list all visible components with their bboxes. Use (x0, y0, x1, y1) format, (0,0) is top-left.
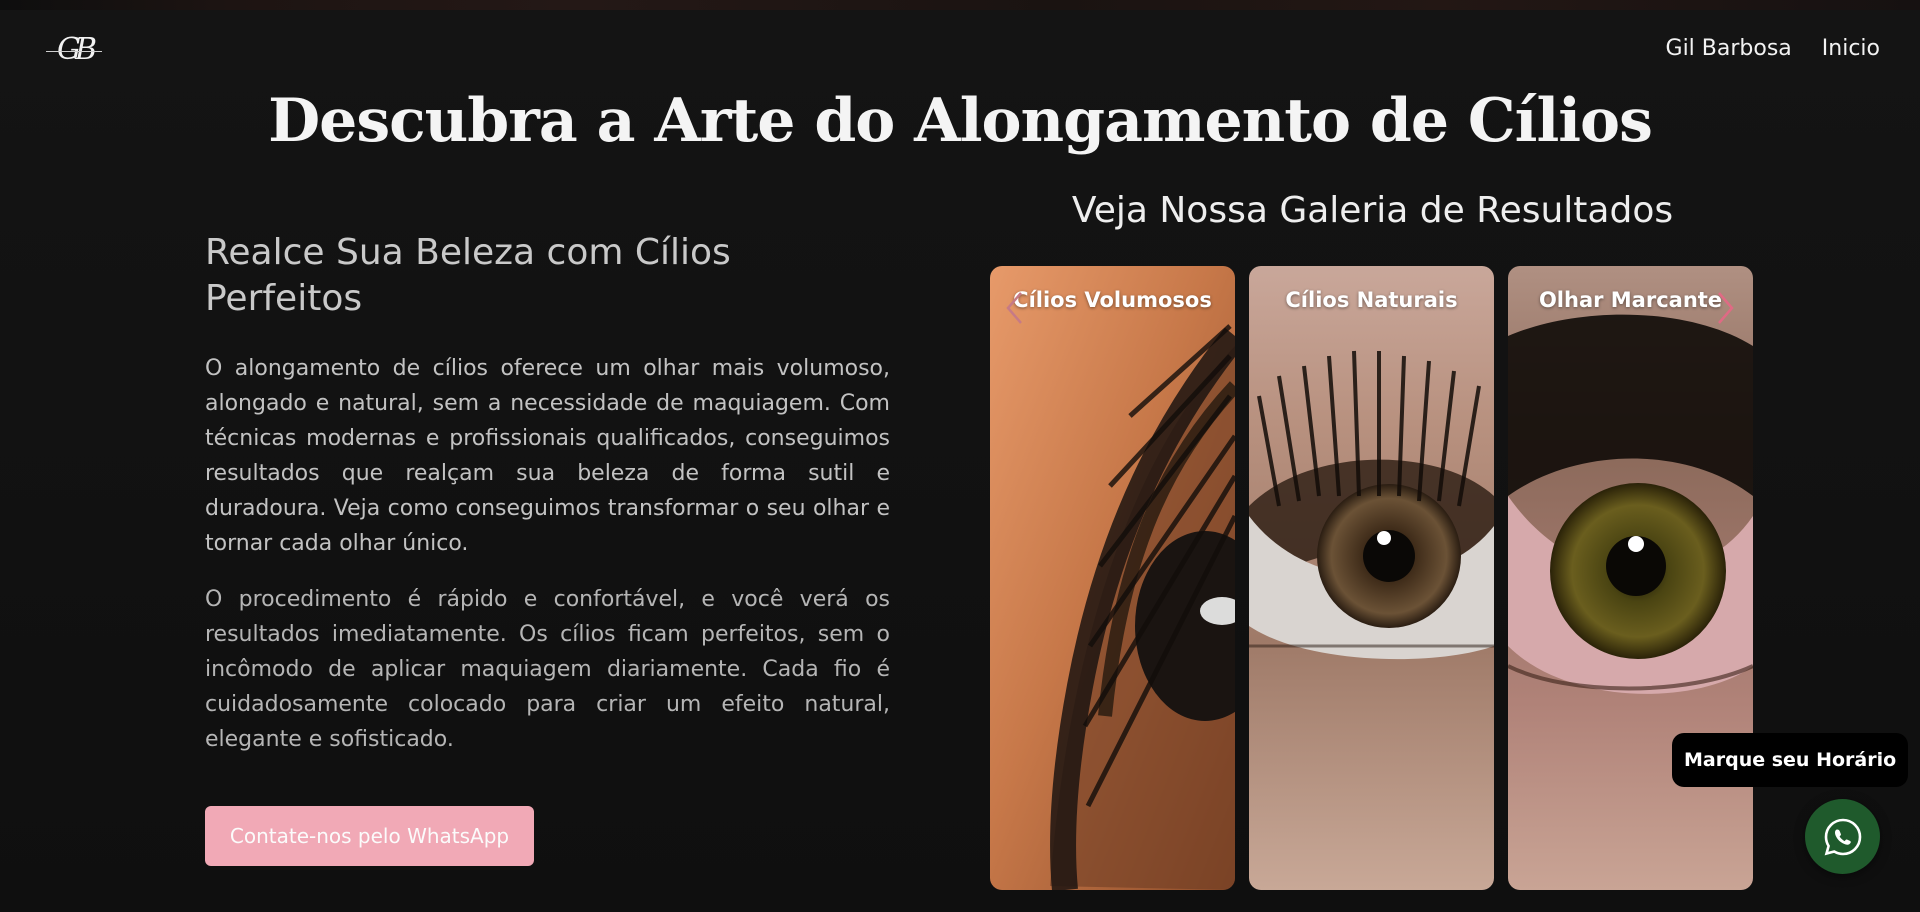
logo-text: GB (56, 32, 97, 67)
page: GB Gil Barbosa Inicio Descubra a Arte do… (0, 0, 1920, 912)
gallery-next-button[interactable] (1710, 283, 1740, 333)
procedure-paragraph: O procedimento é rápido e confortável, e… (205, 587, 890, 752)
nav-link-inicio[interactable]: Inicio (1822, 36, 1880, 61)
chevron-left-icon (1006, 292, 1022, 324)
gallery-card-naturais[interactable]: Cílios Naturais (1249, 266, 1494, 890)
gallery-title: Veja Nossa Galeria de Resultados (1071, 190, 1674, 231)
whatsapp-icon (1824, 818, 1861, 855)
page-title: Descubra a Arte do Alongamento de Cílios (268, 86, 1653, 156)
gallery-prev-button[interactable] (1000, 283, 1030, 333)
marcante-eye-image (1508, 266, 1753, 890)
gallery-card-volumosos[interactable]: Cílios Volumosos (990, 266, 1235, 890)
main-nav: Gil Barbosa Inicio (1666, 36, 1880, 61)
chevron-right-icon (1718, 292, 1734, 324)
naturais-eye-image (1249, 266, 1494, 890)
section-subtitle: Realce Sua Beleza com Cílios Perfeitos (205, 232, 731, 319)
gallery-carousel: Cílios Volumosos Cílios Naturais Olhar M… (990, 266, 1755, 891)
volumosos-eye-image (990, 266, 1235, 890)
card-label: Cílios Naturais (1285, 288, 1458, 312)
logo-underline (46, 51, 102, 52)
intro-paragraph: O alongamento de cílios oferece um olhar… (205, 356, 890, 556)
whatsapp-float-button[interactable] (1805, 799, 1880, 874)
whatsapp-contact-button[interactable]: Contate-nos pelo WhatsApp (205, 806, 534, 866)
nav-link-gil-barbosa[interactable]: Gil Barbosa (1666, 36, 1792, 61)
logo[interactable]: GB (46, 30, 102, 70)
gallery-card-olhar-marcante[interactable]: Olhar Marcante (1508, 266, 1753, 890)
top-banner-strip (0, 0, 1920, 10)
schedule-bubble[interactable]: Marque seu Horário (1672, 733, 1909, 787)
